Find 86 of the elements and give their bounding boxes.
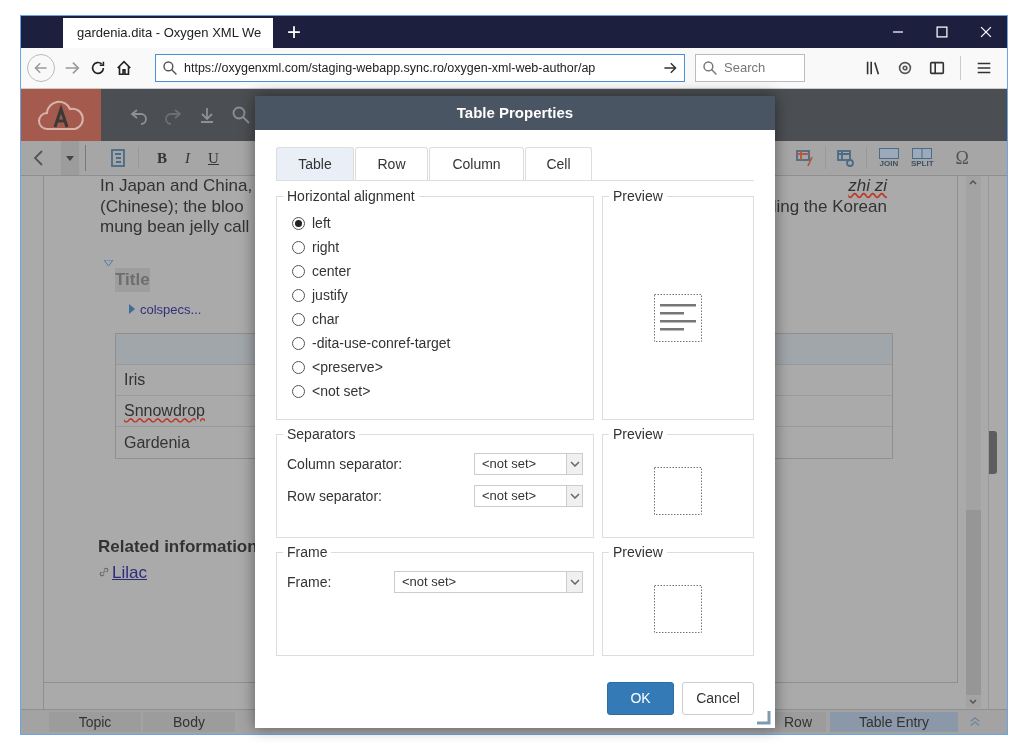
sidebar-icon[interactable]	[928, 59, 946, 77]
caret-icon[interactable]	[66, 155, 74, 161]
document-structure-icon[interactable]	[108, 148, 128, 168]
tab-title: gardenia.dita - Oxygen XML We	[77, 24, 262, 43]
dialog-tab[interactable]: Row	[355, 147, 428, 180]
radio-button[interactable]	[292, 240, 305, 254]
radio-label: <not set>	[312, 381, 371, 401]
dialog-tab[interactable]: Cell	[525, 147, 592, 180]
radio-button[interactable]	[292, 384, 305, 398]
search-icon[interactable]	[702, 60, 718, 76]
frame-preview-icon	[654, 585, 702, 633]
table-cell-text: Snnowdrop	[124, 401, 205, 421]
related-heading: Related information	[98, 536, 258, 558]
radio-button[interactable]	[292, 288, 305, 302]
radio-button[interactable]	[292, 264, 305, 278]
breadcrumb[interactable]: Row	[770, 712, 826, 732]
table-cell-text: Gardenia	[124, 432, 190, 453]
expand-triangle-icon[interactable]	[129, 304, 135, 315]
caret-icon	[569, 579, 580, 585]
table-cells-icon	[878, 148, 899, 159]
gear-icon[interactable]	[896, 59, 914, 77]
field-label: Frame:	[287, 572, 332, 592]
search-icon[interactable]	[231, 105, 251, 125]
back-arrow-icon[interactable]	[33, 60, 49, 76]
radio-label: left	[312, 213, 331, 233]
cancel-button[interactable]: Cancel	[682, 682, 754, 715]
home-icon[interactable]	[115, 59, 133, 77]
radio-label: center	[312, 261, 351, 281]
search-icon[interactable]	[162, 60, 178, 76]
radio-button[interactable]	[292, 216, 305, 230]
radio-label: -dita-use-conref-target	[312, 333, 451, 353]
new-tab-button[interactable]: +	[287, 20, 301, 44]
colspecs-link[interactable]: colspecs...	[140, 299, 202, 319]
dropdown[interactable]: <not set>	[394, 571, 583, 593]
scroll-down-icon[interactable]	[969, 699, 977, 704]
radio-label: char	[312, 309, 340, 329]
search-field[interactable]: Search	[695, 54, 805, 82]
group-legend: Horizontal alignment	[283, 187, 419, 205]
dialog-title: Table Properties	[456, 102, 574, 123]
split-cells-button[interactable]: SPLIT	[910, 148, 934, 168]
dropdown[interactable]: <not set>	[474, 485, 583, 507]
link-icon	[98, 566, 110, 579]
radio-label: <preserve>	[312, 357, 383, 377]
paragraph-text: In Japan and China,	[100, 176, 253, 197]
paragraph-text: (Chinese); the bloo	[100, 196, 244, 217]
radio-button[interactable]	[292, 336, 305, 350]
table-cells-icon	[912, 148, 933, 159]
radio-label: justify	[312, 285, 348, 305]
ok-button[interactable]: OK	[607, 682, 674, 715]
field-label: Row separator:	[287, 486, 382, 506]
join-cells-button[interactable]: JOIN	[878, 148, 899, 168]
table-properties-icon[interactable]	[835, 148, 856, 168]
breadcrumb[interactable]: Topic	[49, 712, 141, 732]
go-arrow-icon[interactable]	[662, 60, 678, 76]
field-label: Column separator:	[287, 454, 403, 474]
frame-preview-icon	[654, 467, 702, 515]
paragraph-text: zhi zi	[848, 176, 887, 197]
side-panel-handle[interactable]	[989, 431, 997, 474]
dropdown[interactable]: <not set>	[474, 453, 583, 475]
reload-icon[interactable]	[89, 59, 107, 77]
radio-label: right	[312, 237, 340, 257]
dialog-tab[interactable]: Table	[276, 147, 354, 180]
bold-button[interactable]: B	[157, 146, 167, 170]
breadcrumb[interactable]: Body	[143, 712, 235, 732]
dialog-tab[interactable]: Column	[429, 147, 524, 180]
underline-button[interactable]: U	[208, 146, 219, 170]
symbol-button[interactable]: Ω	[955, 144, 969, 172]
caret-icon	[569, 461, 580, 467]
alignment-preview-icon	[654, 294, 702, 342]
scrollbar[interactable]	[965, 176, 981, 708]
forward-arrow-icon[interactable]	[63, 59, 81, 77]
caret-icon	[569, 493, 580, 499]
library-icon[interactable]	[864, 59, 882, 77]
breadcrumb[interactable]: Table Entry	[830, 712, 958, 732]
close-icon[interactable]	[979, 25, 993, 39]
resize-grip-icon[interactable]	[757, 711, 771, 725]
paragraph-text: mung bean jelly call	[100, 217, 250, 238]
related-link[interactable]: Lilac	[112, 559, 147, 585]
browser-tab[interactable]: gardenia.dita - Oxygen XML We	[63, 18, 273, 48]
table-cell-text: Iris	[124, 370, 146, 390]
radio-button[interactable]	[292, 312, 305, 326]
radio-button[interactable]	[292, 360, 305, 374]
maximize-icon[interactable]	[935, 25, 949, 39]
scroll-up-icon[interactable]	[969, 180, 977, 185]
url-field[interactable]: https://oxygenxml.com/staging-webapp.sync.ro/oxygen-xml-web-author/ap	[155, 54, 685, 82]
italic-button[interactable]: I	[185, 146, 190, 170]
